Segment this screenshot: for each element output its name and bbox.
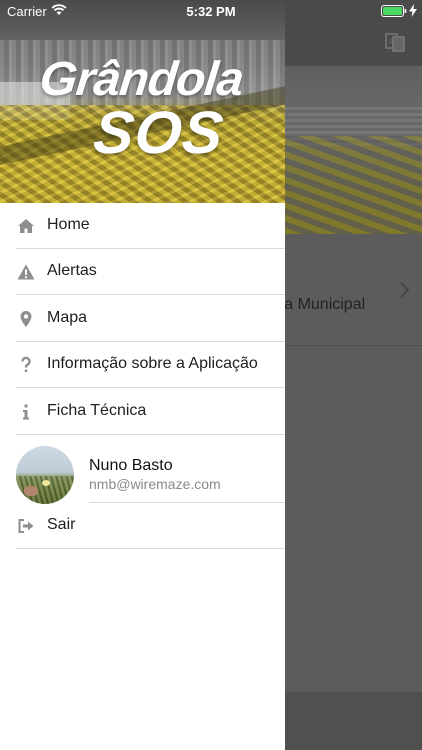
menu-item-mapa[interactable]: Mapa	[0, 296, 285, 342]
info-icon	[23, 404, 29, 420]
map-pin-icon	[20, 311, 32, 327]
chevron-right-icon	[400, 282, 410, 298]
main-footer-bar	[285, 692, 422, 750]
clock: 5:32 PM	[186, 4, 236, 19]
charging-bolt-icon	[409, 4, 417, 17]
side-drawer: Grândola SOS Home Alertas Mapa Informaçã…	[0, 0, 285, 750]
battery-icon	[381, 5, 407, 17]
translate-icon[interactable]: A	[384, 31, 406, 53]
menu-item-label: Mapa	[47, 309, 88, 326]
divider	[16, 434, 285, 435]
warning-icon	[17, 264, 35, 280]
menu-item-label: Home	[47, 216, 90, 233]
app-logo-subtitle: SOS	[90, 99, 228, 166]
menu-item-home[interactable]: Home	[0, 203, 285, 249]
main-banner-image	[285, 66, 422, 234]
menu-item-alertas[interactable]: Alertas	[0, 249, 285, 295]
menu-item-label: Informação sobre a Aplicação	[47, 355, 258, 372]
sign-out-icon	[18, 519, 34, 533]
menu-item-informacao[interactable]: Informação sobre a Aplicação	[0, 342, 285, 388]
menu-item-ficha-tecnica[interactable]: Ficha Técnica	[0, 389, 285, 435]
menu-item-label: Ficha Técnica	[47, 402, 147, 419]
divider	[285, 345, 422, 346]
menu-item-label: Alertas	[47, 262, 97, 279]
drawer-header-banner: Grândola SOS	[0, 0, 285, 203]
divider	[16, 294, 285, 295]
question-icon	[21, 356, 31, 373]
svg-text:A: A	[389, 38, 394, 46]
user-email: nmb@wiremaze.com	[89, 476, 221, 492]
user-name: Nuno Basto	[89, 457, 173, 474]
home-icon	[18, 219, 34, 233]
divider	[16, 387, 285, 388]
status-bar: Carrier 5:32 PM	[0, 0, 422, 22]
user-profile[interactable]: Nuno Basto nmb@wiremaze.com	[0, 436, 285, 504]
logout-label: Sair	[47, 516, 76, 533]
divider	[16, 548, 285, 549]
avatar	[16, 446, 74, 504]
logout-button[interactable]: Sair	[0, 503, 285, 549]
